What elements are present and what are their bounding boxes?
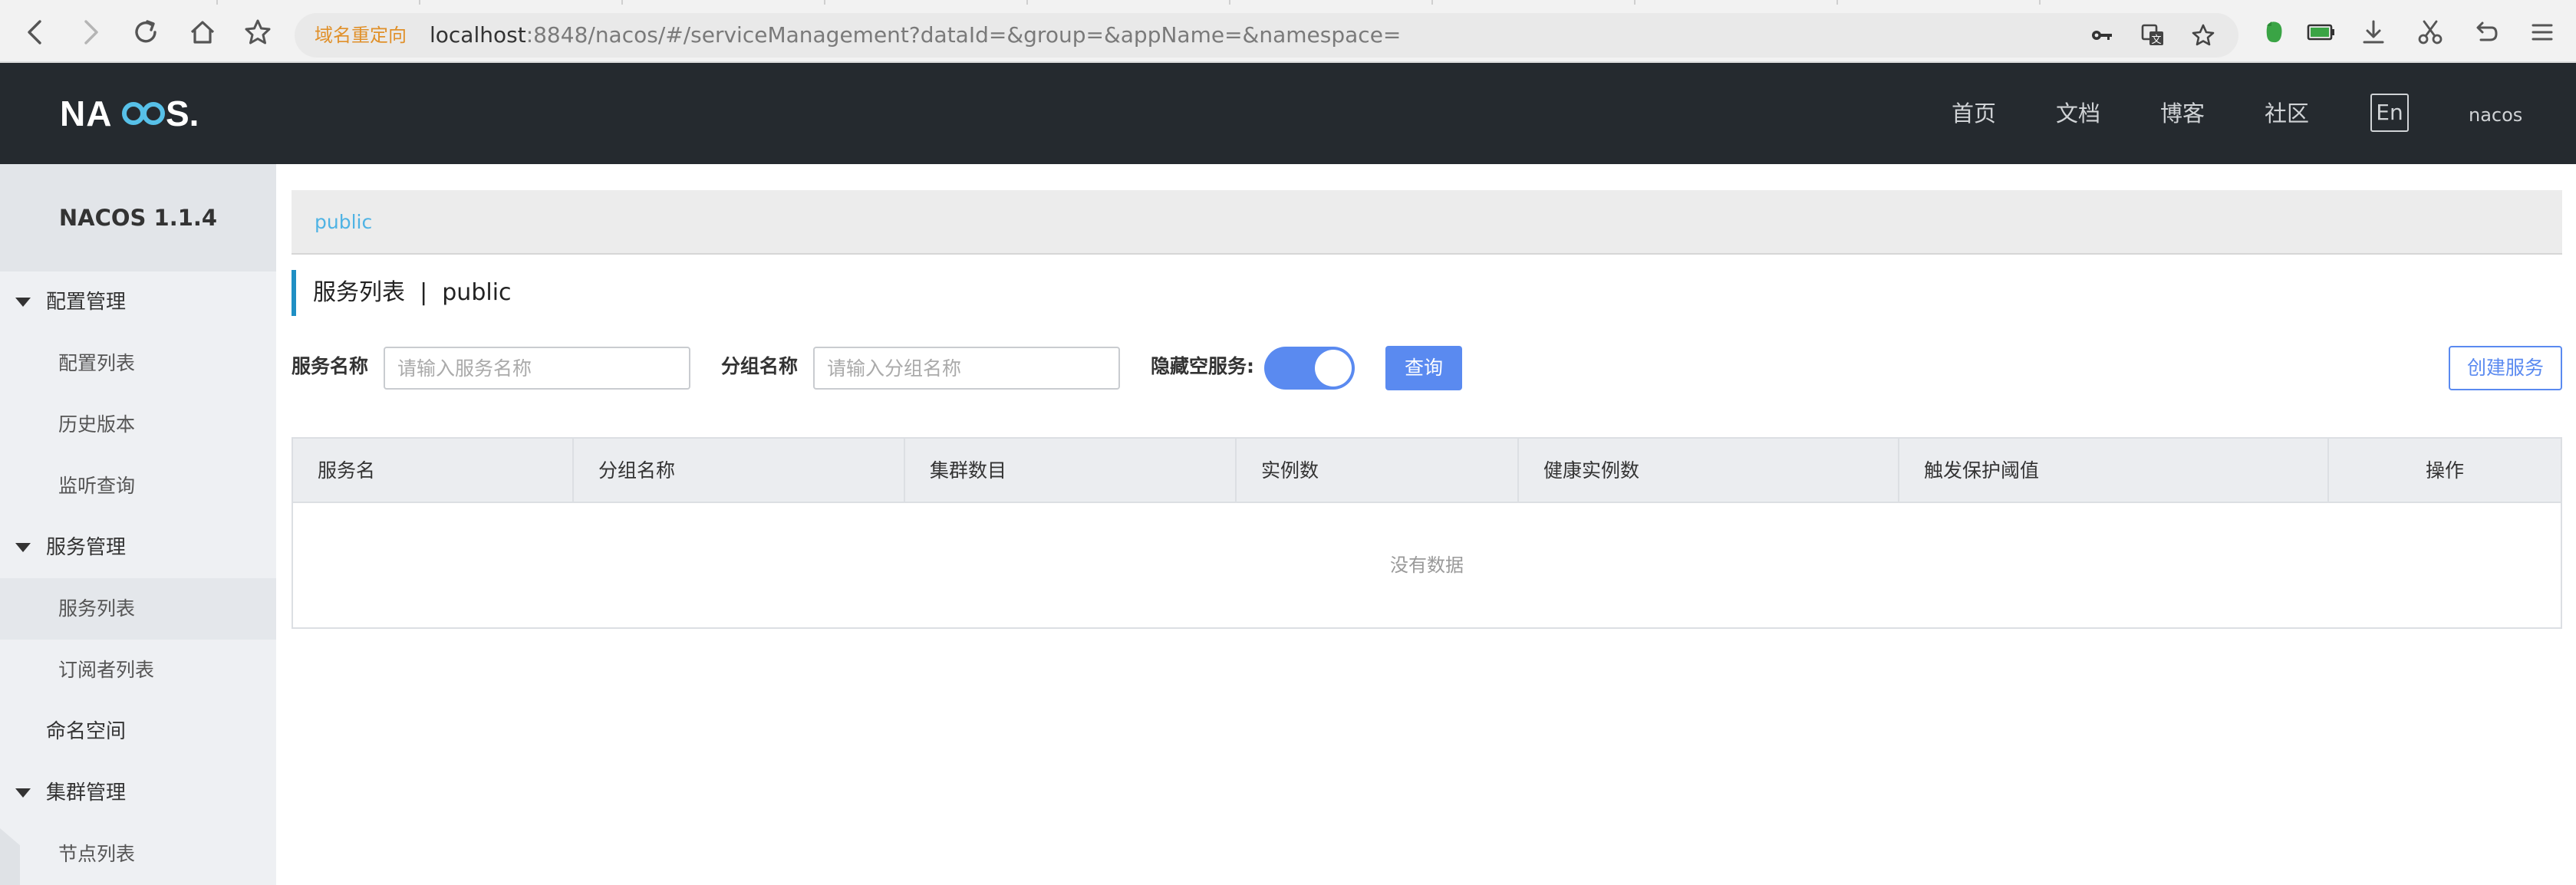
sidebar-group-label: 服务管理: [46, 536, 127, 559]
app-header: NA S. 首页 文档 博客 社区 En nacos: [0, 63, 2576, 164]
tab-separator: [216, 0, 218, 5]
url-host: localhost: [430, 22, 526, 48]
undo-icon[interactable]: [2466, 12, 2505, 52]
tab-separator: [1026, 0, 1028, 5]
sidebar-item-label: 配置列表: [58, 352, 136, 374]
caret-down-icon: [15, 543, 31, 552]
sidebar-group-label: 集群管理: [46, 781, 127, 804]
svg-text:S.: S.: [166, 94, 199, 133]
nav-docs[interactable]: 文档: [2056, 97, 2100, 130]
query-button[interactable]: 查询: [1385, 346, 1462, 390]
toggle-knob: [1315, 350, 1352, 387]
column-header-instance-count[interactable]: 实例数: [1237, 439, 1519, 503]
page-title-separator: |: [420, 279, 428, 306]
tab-separator: [824, 0, 825, 5]
column-header-actions: 操作: [2425, 459, 2464, 482]
evernote-icon[interactable]: [2254, 12, 2294, 52]
tab-separator: [419, 0, 420, 5]
battery-icon[interactable]: [2301, 12, 2341, 52]
sidebar-item-namespace[interactable]: 命名空间: [0, 701, 276, 762]
tab-separator: [1229, 0, 1230, 5]
column-header-healthy-count[interactable]: 健康实例数: [1519, 439, 1899, 503]
column-header-service-name[interactable]: 服务名: [293, 439, 574, 503]
table-empty-text: 没有数据: [1390, 554, 1464, 576]
page-title-text: 服务列表 | public: [313, 279, 512, 306]
page-title: 服务列表 | public: [292, 270, 512, 316]
svg-text:NA: NA: [60, 94, 112, 133]
tab-separator: [2039, 0, 2041, 5]
url-text[interactable]: localhost:8848/nacos/#/serviceManagement…: [430, 13, 1401, 58]
back-icon[interactable]: [15, 12, 55, 52]
browser-toolbar: 域名重定向 localhost:8848/nacos/#/serviceMana…: [0, 0, 2576, 63]
namespace-link-public[interactable]: public: [315, 190, 372, 255]
caret-down-icon: [15, 788, 31, 798]
key-icon[interactable]: [2082, 15, 2122, 55]
scissors-icon[interactable]: [2410, 12, 2450, 52]
sidebar-item-listener-query[interactable]: 监听查询: [0, 456, 276, 517]
hide-empty-label: 隐藏空服务:: [1151, 355, 1254, 377]
tab-separator: [1431, 0, 1433, 5]
tab-separator: [1634, 0, 1636, 5]
caret-down-icon: [15, 298, 31, 307]
reload-icon[interactable]: [126, 12, 166, 52]
namespace-bar: public: [292, 190, 2562, 255]
sidebar-item-service-list[interactable]: 服务列表: [0, 578, 276, 640]
nav-community[interactable]: 社区: [2265, 97, 2309, 130]
sidebar-item-history[interactable]: 历史版本: [0, 394, 276, 456]
sidebar-item-label: 节点列表: [58, 843, 136, 865]
sidebar-item-label: 命名空间: [46, 720, 127, 743]
user-name[interactable]: nacos: [2469, 100, 2522, 130]
sidebar-group-label: 配置管理: [46, 291, 127, 314]
nacos-logo[interactable]: NA S.: [60, 90, 213, 137]
tab-separator: [621, 0, 623, 5]
sidebar-item-config-list[interactable]: 配置列表: [0, 333, 276, 394]
redirect-warning: 域名重定向: [315, 25, 407, 46]
sidebar-group-cluster[interactable]: 集群管理: [0, 762, 276, 824]
table-header: 服务名 分组名称 集群数目 实例数 健康实例数 触发保护阈值 操作: [293, 439, 2561, 503]
column-header-protect-threshold[interactable]: 触发保护阈值: [1899, 439, 2329, 503]
service-name-label: 服务名称: [292, 355, 369, 377]
address-bar[interactable]: 域名重定向 localhost:8848/nacos/#/serviceMana…: [295, 13, 2238, 58]
column-header-cluster-count[interactable]: 集群数目: [905, 439, 1237, 503]
service-name-input[interactable]: [384, 347, 690, 390]
page-title-main: 服务列表: [313, 279, 405, 306]
sidebar: NACOS 1.1.4 配置管理 配置列表 历史版本 监听查询 服务管理 服务列…: [0, 164, 276, 885]
sidebar-item-label: 监听查询: [58, 475, 136, 497]
translate-icon[interactable]: 文: [2133, 15, 2172, 55]
bookmark-star-icon[interactable]: [238, 12, 278, 52]
home-icon[interactable]: [183, 12, 222, 52]
column-header-group-name[interactable]: 分组名称: [574, 439, 905, 503]
hide-empty-toggle[interactable]: [1264, 347, 1355, 390]
sidebar-item-label: 订阅者列表: [58, 659, 155, 681]
sidebar-item-subscribers[interactable]: 订阅者列表: [0, 640, 276, 701]
sidebar-item-label: 历史版本: [58, 413, 136, 436]
tab-separator: [1836, 0, 1838, 5]
download-icon[interactable]: [2354, 12, 2393, 52]
menu-icon[interactable]: [2522, 12, 2562, 52]
sidebar-group-config[interactable]: 配置管理: [0, 271, 276, 333]
group-name-input[interactable]: [813, 347, 1120, 390]
tab-strip: [0, 0, 2576, 5]
sidebar-item-node-list[interactable]: 节点列表: [0, 824, 276, 885]
service-table: 服务名 分组名称 集群数目 实例数 健康实例数 触发保护阈值 操作 没有数据: [292, 437, 2562, 629]
create-service-button[interactable]: 创建服务: [2449, 346, 2562, 390]
star-icon[interactable]: [2183, 15, 2223, 55]
page-title-namespace: public: [442, 279, 512, 306]
sidebar-title: NACOS 1.1.4: [0, 164, 276, 271]
language-switch[interactable]: En: [2370, 94, 2409, 132]
group-name-label: 分组名称: [721, 355, 799, 377]
sidebar-item-label: 服务列表: [58, 597, 136, 620]
sidebar-group-service[interactable]: 服务管理: [0, 517, 276, 578]
forward-icon[interactable]: [71, 12, 110, 52]
nav-home[interactable]: 首页: [1952, 97, 1996, 130]
svg-text:文: 文: [2151, 35, 2161, 46]
nav-blog[interactable]: 博客: [2160, 97, 2205, 130]
url-path: :8848/nacos/#/serviceManagement?dataId=&…: [525, 22, 1402, 48]
